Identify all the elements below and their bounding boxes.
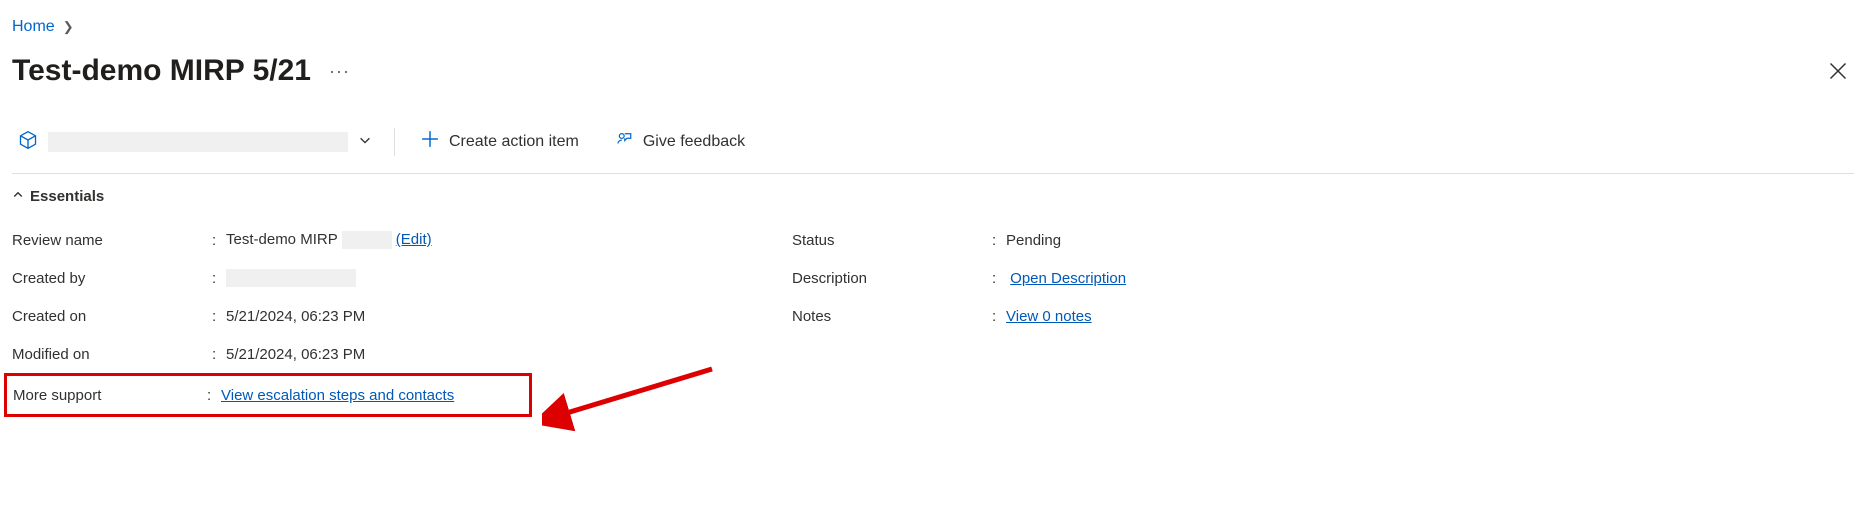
- scope-dropdown[interactable]: [12, 126, 378, 157]
- row-more-support: More support : View escalation steps and…: [13, 376, 523, 414]
- label-description: Description: [792, 270, 992, 287]
- package-icon: [18, 130, 38, 153]
- label-created-by: Created by: [12, 270, 212, 287]
- toolbar-separator: [394, 128, 395, 156]
- chevron-up-icon: [12, 189, 24, 204]
- essentials-grid: Review name : Test-demo MIRP (Edit) Crea…: [12, 221, 1854, 417]
- row-review-name: Review name : Test-demo MIRP (Edit): [12, 221, 532, 259]
- give-feedback-label: Give feedback: [643, 133, 745, 151]
- redacted-review-suffix: [342, 231, 392, 249]
- annotation-arrow-icon: [542, 361, 722, 431]
- row-notes: Notes : View 0 notes: [792, 297, 1126, 335]
- close-button[interactable]: [1822, 55, 1854, 87]
- give-feedback-button[interactable]: Give feedback: [605, 124, 755, 159]
- redacted-created-by: [226, 269, 356, 287]
- create-action-item-label: Create action item: [449, 133, 579, 151]
- page-title: Test-demo MIRP 5/21: [12, 54, 311, 88]
- create-action-item-button[interactable]: Create action item: [411, 124, 589, 159]
- chevron-down-icon: [358, 133, 372, 150]
- value-created-by: [226, 269, 356, 287]
- chevron-right-icon: ❯: [63, 19, 74, 35]
- view-notes-link[interactable]: View 0 notes: [1006, 308, 1092, 325]
- row-description: Description : Open Description: [792, 259, 1126, 297]
- label-created-on: Created on: [12, 308, 212, 325]
- row-modified-on: Modified on : 5/21/2024, 06:23 PM: [12, 335, 532, 373]
- essentials-right-column: Status : Pending Description : Open Desc…: [792, 221, 1126, 417]
- label-modified-on: Modified on: [12, 346, 212, 363]
- view-escalation-link[interactable]: View escalation steps and contacts: [221, 387, 454, 404]
- feedback-icon: [615, 130, 633, 153]
- label-more-support: More support: [13, 387, 207, 404]
- value-review-name: Test-demo MIRP (Edit): [226, 231, 432, 249]
- value-created-on: 5/21/2024, 06:23 PM: [226, 308, 365, 325]
- label-status: Status: [792, 232, 992, 249]
- scope-dropdown-value: [48, 132, 348, 152]
- row-created-by: Created by :: [12, 259, 532, 297]
- essentials-toggle[interactable]: Essentials: [12, 188, 104, 205]
- essentials-left-column: Review name : Test-demo MIRP (Edit) Crea…: [12, 221, 532, 417]
- value-status: Pending: [1006, 232, 1061, 249]
- open-description-link[interactable]: Open Description: [1010, 270, 1126, 287]
- plus-icon: [421, 130, 439, 153]
- more-actions-icon[interactable]: ···: [329, 61, 350, 82]
- breadcrumb: Home ❯: [12, 18, 1854, 36]
- row-status: Status : Pending: [792, 221, 1126, 259]
- edit-review-name-link[interactable]: (Edit): [396, 231, 432, 248]
- close-icon: [1828, 61, 1848, 81]
- title-row: Test-demo MIRP 5/21 ···: [12, 54, 1854, 88]
- label-review-name: Review name: [12, 232, 212, 249]
- value-modified-on: 5/21/2024, 06:23 PM: [226, 346, 365, 363]
- breadcrumb-home[interactable]: Home: [12, 18, 55, 36]
- essentials-heading: Essentials: [30, 188, 104, 205]
- toolbar: Create action item Give feedback: [12, 118, 1854, 174]
- label-notes: Notes: [792, 308, 992, 325]
- annotation-highlight-box: More support : View escalation steps and…: [4, 373, 532, 417]
- row-created-on: Created on : 5/21/2024, 06:23 PM: [12, 297, 532, 335]
